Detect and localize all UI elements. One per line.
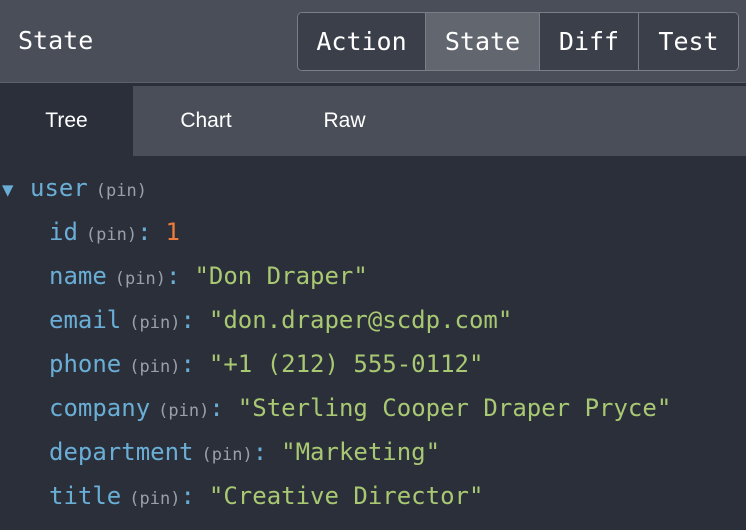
tab-tree[interactable]: Tree: [0, 86, 133, 156]
tab-chart[interactable]: Chart: [133, 86, 279, 156]
node-value: 1: [165, 218, 180, 246]
pin-toggle[interactable]: (pin): [115, 269, 166, 289]
triangle-down-icon[interactable]: ▼: [0, 179, 30, 201]
mode-button-state[interactable]: State: [426, 13, 540, 70]
pin-toggle[interactable]: (pin): [129, 489, 180, 509]
node-key: email: [49, 306, 122, 334]
node-key: id: [49, 218, 78, 246]
node-value: "don.draper@scdp.com": [208, 306, 513, 334]
mode-switcher: Action State Diff Test: [297, 12, 739, 71]
node-value: "+1 (212) 555-0112": [208, 350, 484, 378]
pin-toggle[interactable]: (pin): [129, 313, 180, 333]
state-tree: ▼ user (pin) id (pin) : 1 name (pin) : "…: [0, 156, 746, 530]
pin-toggle[interactable]: (pin): [202, 445, 253, 465]
node-value: "Marketing": [281, 438, 441, 466]
tree-node-company: company (pin) : "Sterling Cooper Draper …: [49, 394, 671, 434]
tree-node-title: title (pin) : "Creative Director": [49, 482, 483, 522]
tree-node-email: email (pin) : "don.draper@scdp.com": [49, 306, 512, 346]
tree-node-department: department (pin) : "Marketing": [49, 438, 440, 478]
mode-button-action[interactable]: Action: [298, 13, 426, 70]
key-separator: :: [180, 482, 195, 510]
panel-title: State: [18, 26, 94, 55]
pin-toggle[interactable]: (pin): [129, 357, 180, 377]
node-key: title: [49, 482, 122, 510]
node-value: "Sterling Cooper Draper Pryce": [237, 394, 672, 422]
key-separator: :: [209, 394, 224, 422]
tree-node-name: name (pin) : "Don Draper": [49, 262, 368, 302]
node-key: phone: [49, 350, 122, 378]
key-separator: :: [252, 438, 268, 466]
key-separator: :: [165, 262, 181, 290]
node-key: company: [49, 394, 151, 422]
pin-toggle[interactable]: (pin): [158, 401, 209, 421]
key-separator: :: [137, 218, 152, 246]
node-key: user: [30, 174, 88, 202]
pin-toggle[interactable]: (pin): [96, 181, 147, 201]
node-value: "Don Draper": [194, 262, 368, 290]
node-key: name: [49, 262, 107, 290]
tree-node-phone: phone (pin) : "+1 (212) 555-0112": [49, 350, 483, 390]
state-inspector: State Action State Diff Test Tree Chart …: [0, 0, 746, 530]
inspector-header: State Action State Diff Test: [0, 0, 746, 83]
key-separator: :: [180, 350, 195, 378]
tree-node-user[interactable]: ▼ user (pin): [0, 174, 147, 214]
node-value: "Creative Director": [208, 482, 484, 510]
tab-raw[interactable]: Raw: [279, 86, 410, 156]
mode-button-diff[interactable]: Diff: [540, 13, 639, 70]
node-key: department: [49, 438, 194, 466]
mode-button-test[interactable]: Test: [639, 13, 738, 70]
tree-node-id: id (pin) : 1: [49, 218, 180, 258]
view-tabs: Tree Chart Raw: [0, 86, 746, 156]
pin-toggle[interactable]: (pin): [86, 225, 137, 245]
key-separator: :: [180, 306, 195, 334]
